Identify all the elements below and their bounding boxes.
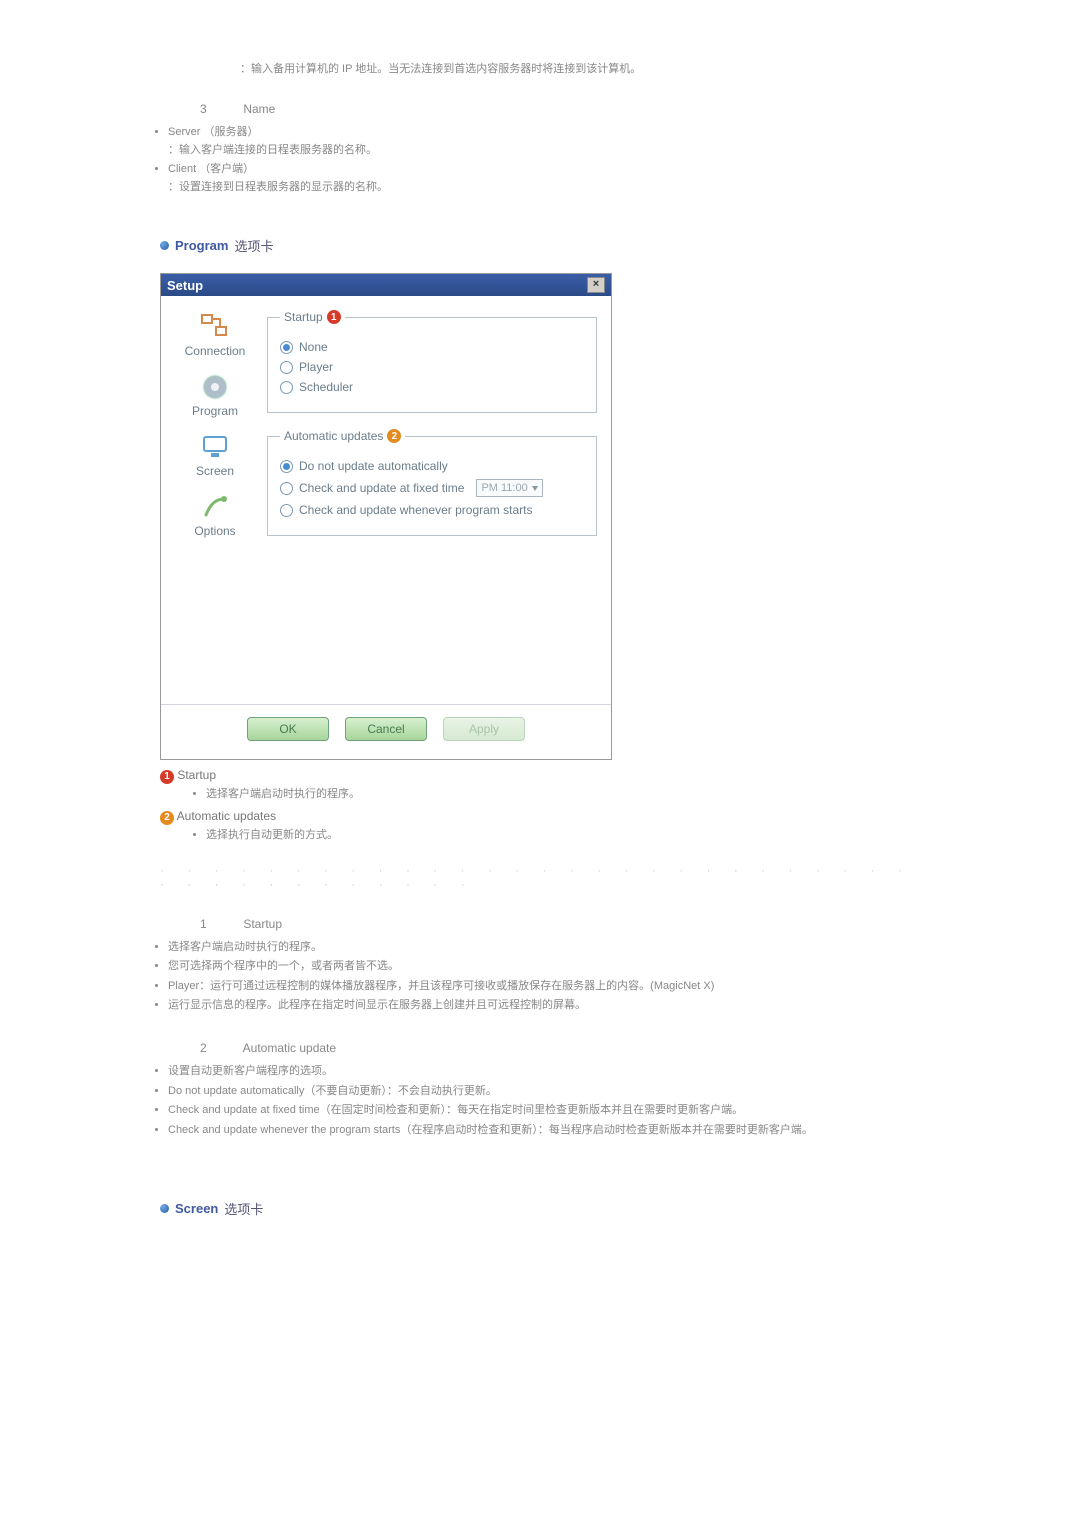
updates-opt-onstart[interactable]: Check and update whenever program starts [280, 503, 584, 517]
radio-icon[interactable] [280, 341, 293, 354]
client-label: Client [168, 163, 196, 175]
list-item: Player：运行可通过远程控制的媒体播放器程序，并且该程序可接收或播放保存在服… [168, 978, 930, 996]
server-desc: ：输入客户端连接的日程表服务器的名称。 [168, 144, 377, 156]
updates-legend: Automatic updates [284, 429, 383, 443]
badge-2-icon: 2 [387, 429, 401, 443]
startup-group: Startup 1 None Player Scheduler [267, 310, 597, 413]
sidebar-label: Program [192, 404, 238, 418]
opt-label: Check and update whenever program starts [299, 503, 532, 517]
updates-opt-fixed[interactable]: Check and update at fixed time PM 11:00 [280, 479, 584, 497]
badge-1-icon: 1 [327, 310, 341, 324]
opt-label: None [299, 340, 328, 354]
opt-label: Scheduler [299, 380, 353, 394]
client-desc: ：设置连接到日程表服务器的显示器的名称。 [168, 181, 388, 193]
list-item: 您可选择两个程序中的一个，或者两者皆不选。 [168, 958, 930, 976]
list-item: 选择客户端启动时执行的程序。 [168, 939, 930, 957]
startup-opt-none[interactable]: None [280, 340, 584, 354]
startup-legend: Startup [284, 310, 323, 324]
badge-2-icon: 2 [160, 811, 174, 825]
close-icon[interactable]: × [587, 277, 605, 293]
radio-icon[interactable] [280, 504, 293, 517]
legend-updates-title: Automatic updates [177, 809, 276, 823]
sidebar-label: Connection [185, 344, 246, 358]
startup-opt-player[interactable]: Player [280, 360, 584, 374]
apply-button[interactable]: Apply [443, 717, 525, 741]
dialog-buttons: OK Cancel Apply [161, 704, 611, 759]
sidebar-label: Options [194, 524, 235, 538]
section-1-startup: 1 Startup [200, 917, 930, 931]
bullet-dot-icon [160, 241, 169, 250]
time-value: PM 11:00 [481, 482, 527, 494]
name-bullets: Server （服务器） ：输入客户端连接的日程表服务器的名称。 Client … [150, 124, 930, 196]
server-label: Server [168, 126, 200, 138]
options-icon [198, 490, 232, 524]
sidebar-item-connection[interactable]: Connection [185, 310, 246, 358]
opt-label: Player [299, 360, 333, 374]
section-number: 3 [200, 102, 240, 116]
program-tab-heading: Program 选项卡 [160, 236, 930, 255]
legend-startup-title: Startup [177, 768, 216, 782]
bullet-dot-icon [160, 1204, 169, 1213]
legend-updates-desc: 选择执行自动更新的方式。 [206, 827, 930, 845]
sidebar-item-screen[interactable]: Screen [196, 430, 234, 478]
legend-block: 1 Startup 选择客户端启动时执行的程序。 2 Automatic upd… [160, 768, 930, 844]
section-2-autoupdate: 2 Automatic update [200, 1041, 930, 1055]
chevron-down-icon [532, 486, 538, 491]
radio-icon[interactable] [280, 460, 293, 473]
list-item: 设置自动更新客户端程序的选项。 [168, 1063, 930, 1081]
setup-dialog: Setup × Connection Program [160, 273, 612, 760]
section-title: Automatic update [243, 1041, 336, 1055]
updates-group: Automatic updates 2 Do not update automa… [267, 429, 597, 536]
radio-icon[interactable] [280, 361, 293, 374]
badge-1-icon: 1 [160, 770, 174, 784]
screen-head-rest: 选项卡 [224, 1199, 263, 1218]
section-number: 2 [200, 1041, 240, 1055]
startup-opt-scheduler[interactable]: Scheduler [280, 380, 584, 394]
section-title: Name [243, 102, 275, 116]
sidebar-item-options[interactable]: Options [194, 490, 235, 538]
intro-line: ：输入备用计算机的 IP 地址。当无法连接到首选内容服务器时将连接到该计算机。 [240, 60, 930, 76]
dialog-title: Setup [167, 278, 203, 293]
autoupdate-bullets: 设置自动更新客户端程序的选项。 Do not update automatica… [150, 1063, 930, 1139]
sidebar-item-program[interactable]: Program [192, 370, 238, 418]
program-icon [198, 370, 232, 404]
divider-dots: · · · · · · · · · · · · · · · · · · · · … [160, 863, 930, 891]
screen-head-strong: Screen [175, 1201, 218, 1216]
dialog-titlebar: Setup × [161, 274, 611, 296]
list-item: Check and update whenever the program st… [168, 1122, 930, 1140]
server-paren: （服务器） [203, 126, 258, 138]
cancel-button[interactable]: Cancel [345, 717, 427, 741]
list-item: Do not update automatically（不要自动更新）：不会自动… [168, 1083, 930, 1101]
connection-icon [198, 310, 232, 344]
list-item: Check and update at fixed time（在固定时间检查和更… [168, 1102, 930, 1120]
screen-tab-heading: Screen 选项卡 [160, 1199, 930, 1218]
section-title: Startup [243, 917, 282, 931]
client-paren: （客户端） [199, 163, 254, 175]
updates-opt-noauto[interactable]: Do not update automatically [280, 459, 584, 473]
startup-bullets: 选择客户端启动时执行的程序。 您可选择两个程序中的一个，或者两者皆不选。 Pla… [150, 939, 930, 1015]
program-head-rest: 选项卡 [234, 236, 273, 255]
list-item: 运行显示信息的程序。此程序在指定时间显示在服务器上创建并且可远程控制的屏幕。 [168, 997, 930, 1015]
section-3-name: 3 Name [200, 102, 930, 116]
legend-startup-desc: 选择客户端启动时执行的程序。 [206, 786, 930, 804]
ok-button[interactable]: OK [247, 717, 329, 741]
section-number: 1 [200, 917, 240, 931]
radio-icon[interactable] [280, 381, 293, 394]
screen-icon [198, 430, 232, 464]
dialog-sidebar: Connection Program Screen [175, 310, 255, 690]
sidebar-label: Screen [196, 464, 234, 478]
opt-label: Check and update at fixed time [299, 481, 464, 495]
program-head-strong: Program [175, 238, 228, 253]
time-dropdown[interactable]: PM 11:00 [476, 479, 542, 497]
radio-icon[interactable] [280, 482, 293, 495]
opt-label: Do not update automatically [299, 459, 448, 473]
